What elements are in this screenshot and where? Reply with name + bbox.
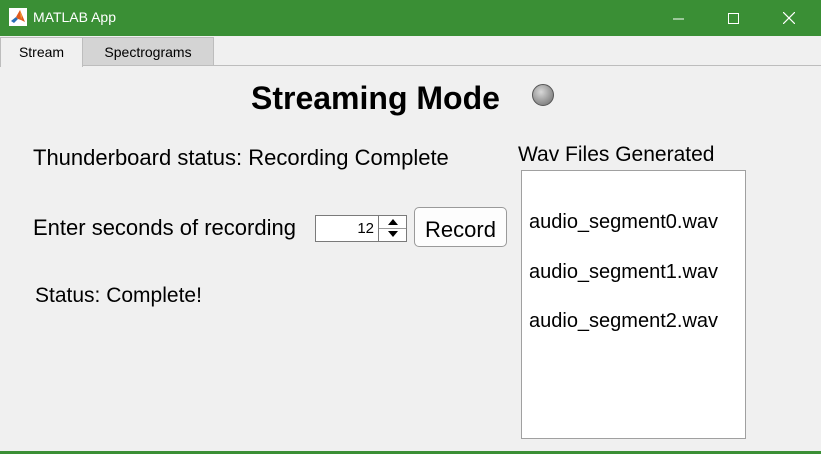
- record-button[interactable]: Record: [414, 207, 507, 247]
- minimize-button[interactable]: [655, 0, 701, 36]
- status-lamp: [532, 84, 554, 106]
- minimize-icon: [672, 18, 684, 19]
- seconds-spinner[interactable]: 12: [315, 215, 407, 242]
- status-text: Status: Complete!: [35, 284, 202, 307]
- title-bar: MATLAB App: [0, 0, 821, 36]
- spinner-buttons: [378, 216, 406, 241]
- tab-stream[interactable]: Stream: [0, 37, 83, 67]
- list-item[interactable]: audio_segment2.wav: [529, 310, 718, 333]
- wav-files-listbox[interactable]: audio_segment0.wav audio_segment1.wav au…: [521, 170, 746, 439]
- close-icon: [783, 12, 795, 24]
- maximize-button[interactable]: [710, 0, 756, 36]
- window-title: MATLAB App: [33, 9, 117, 25]
- tab-spectrograms[interactable]: Spectrograms: [83, 37, 214, 66]
- wav-files-title: Wav Files Generated: [518, 143, 715, 166]
- arrow-down-icon: [387, 231, 398, 237]
- thunderboard-status-label: Thunderboard status: Recording Complete: [33, 145, 449, 170]
- list-item[interactable]: audio_segment1.wav: [529, 261, 718, 284]
- page-title: Streaming Mode: [251, 80, 500, 116]
- close-button[interactable]: [766, 0, 812, 36]
- list-item[interactable]: audio_segment0.wav: [529, 211, 718, 234]
- tab-bar: Stream Spectrograms: [0, 36, 821, 67]
- seconds-label: Enter seconds of recording: [33, 215, 296, 240]
- arrow-up-icon: [387, 219, 398, 225]
- spinner-down-button[interactable]: [379, 228, 406, 240]
- seconds-input[interactable]: 12: [357, 220, 374, 237]
- matlab-logo-icon: [9, 8, 27, 26]
- maximize-icon: [727, 12, 739, 24]
